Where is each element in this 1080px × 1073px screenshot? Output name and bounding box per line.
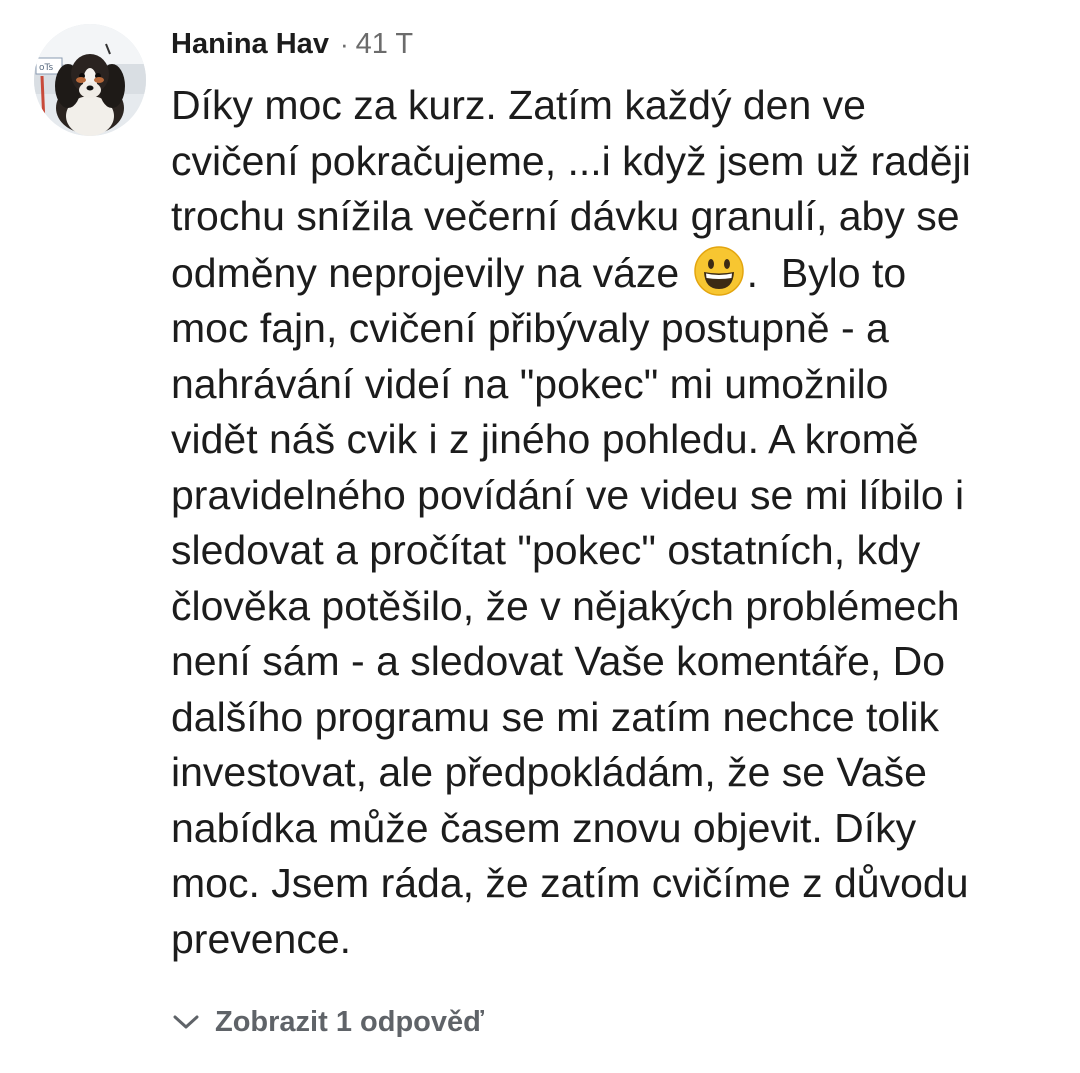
svg-text:oTs: oTs <box>39 63 54 73</box>
comment-text: Díky moc za kurz. Zatím každý den ve cvi… <box>171 78 1051 967</box>
comment-header: Hanina Hav · 41 T <box>171 24 413 64</box>
comment: oTs Hanina Hav · 41 T Díky moc za kurz. … <box>0 0 1080 1073</box>
show-replies-label: Zobrazit 1 odpověď <box>215 1005 484 1038</box>
timestamp: 41 T <box>355 27 414 60</box>
avatar[interactable]: oTs <box>34 24 146 136</box>
meta-separator: · <box>339 28 349 59</box>
show-replies-button[interactable]: Zobrazit 1 odpověď <box>171 1000 484 1044</box>
grinning-face-emoji <box>693 245 744 296</box>
chevron-down-icon <box>173 1015 199 1029</box>
dog-photo: oTs <box>34 24 146 136</box>
author-name[interactable]: Hanina Hav <box>171 28 329 61</box>
comment-text-part-2: . Bylo to moc fajn, cvičení přibývaly po… <box>171 249 969 962</box>
